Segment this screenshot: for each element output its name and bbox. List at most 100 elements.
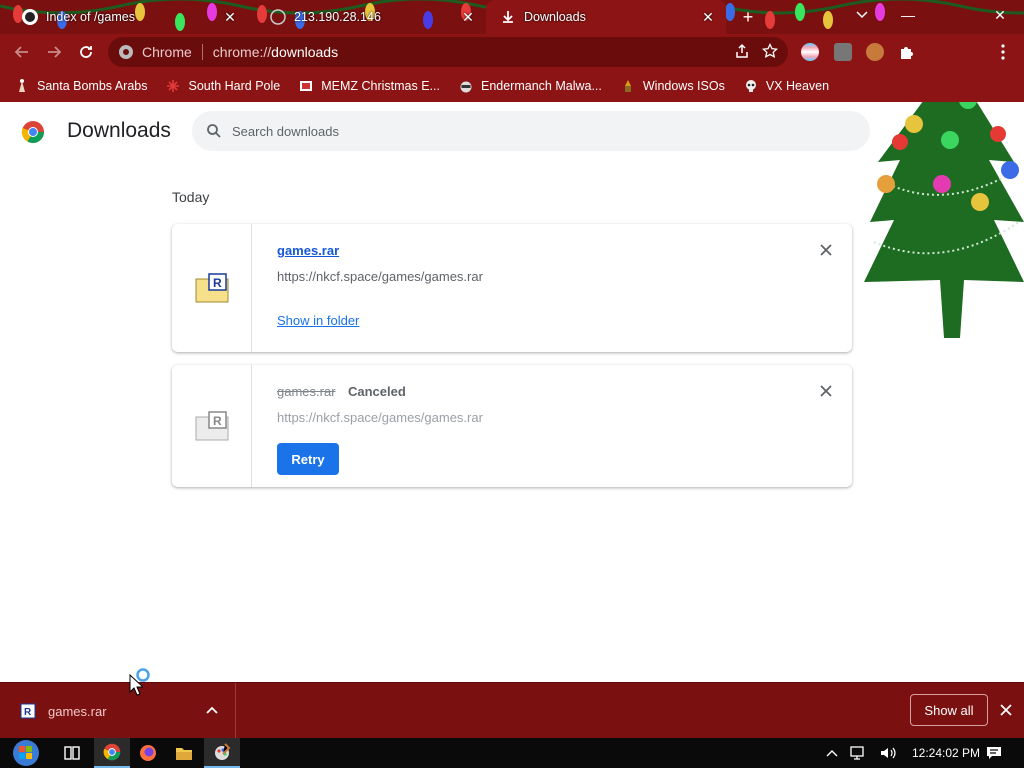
svg-text:R: R xyxy=(213,414,222,428)
svg-text:R: R xyxy=(213,276,222,290)
back-button[interactable] xyxy=(10,40,34,64)
download-item: R games.rar https://nkcf.space/games/gam… xyxy=(172,224,852,352)
show-all-button[interactable]: Show all xyxy=(910,694,988,726)
start-button[interactable] xyxy=(6,738,46,768)
github-icon xyxy=(22,9,38,25)
new-tab-button[interactable]: + xyxy=(738,7,758,27)
url-scheme: chrome:// xyxy=(212,44,272,60)
download-item-canceled: R games.rar Canceled https://nkcf.space/… xyxy=(172,365,852,487)
taskbar-file-explorer[interactable] xyxy=(166,738,202,768)
extension-s-icon[interactable] xyxy=(834,43,852,61)
page-title: Downloads xyxy=(67,119,171,142)
notification-icon xyxy=(987,747,1001,759)
file-icon-column: R xyxy=(172,224,252,352)
address-bar[interactable]: Chrome chrome://downloads xyxy=(108,37,788,67)
minimize-button[interactable]: — xyxy=(888,0,928,30)
search-downloads-box[interactable] xyxy=(192,111,870,151)
download-source-url: https://nkcf.space/games/games.rar xyxy=(277,269,483,284)
close-window-button[interactable]: ✕ xyxy=(980,0,1020,30)
extension-trans-flag-icon[interactable] xyxy=(801,43,819,61)
bookmark-windows-isos[interactable]: Windows ISOs xyxy=(620,78,725,94)
tab-strip: Index of /games ✕ 213.190.28.146 ✕ Downl… xyxy=(0,0,1024,34)
chrome-chip-label: Chrome xyxy=(142,44,192,60)
taskbar-clock[interactable]: 12:24:02 PM xyxy=(912,746,980,760)
bookmark-south-hard-pole[interactable]: South Hard Pole xyxy=(165,78,280,94)
download-filename-link[interactable]: games.rar xyxy=(277,243,339,258)
bookmark-label: Windows ISOs xyxy=(642,79,725,93)
forward-arrow-icon xyxy=(48,46,62,58)
show-hidden-icons-chevron-icon[interactable] xyxy=(826,749,838,757)
gnome-icon xyxy=(620,78,636,94)
chevron-up-icon[interactable] xyxy=(204,703,220,719)
downloads-page: Downloads Today xyxy=(0,102,1024,682)
bookmark-vx-heaven[interactable]: VX Heaven xyxy=(743,78,829,94)
screen: Index of /games ✕ 213.190.28.146 ✕ Downl… xyxy=(0,0,1024,768)
christmas-tree-decoration xyxy=(864,102,1024,338)
chrome-menu-icon[interactable] xyxy=(994,43,1012,61)
download-source-url: https://nkcf.space/games/games.rar xyxy=(277,410,483,425)
omnibox-actions xyxy=(734,43,778,59)
action-center-button[interactable] xyxy=(976,738,1012,768)
system-tray: 12:24:02 PM xyxy=(826,738,980,768)
extensions-puzzle-icon[interactable] xyxy=(898,43,916,61)
bookmark-endermanch-malware[interactable]: Endermanch Malwa... xyxy=(458,78,602,94)
search-input[interactable] xyxy=(232,123,832,139)
close-tab-icon[interactable]: ✕ xyxy=(458,9,478,26)
bookmark-star-icon[interactable] xyxy=(762,43,778,59)
search-icon xyxy=(207,124,221,138)
tab-downloads[interactable]: Downloads ✕ xyxy=(486,0,726,34)
rar-archive-icon: R xyxy=(195,273,228,303)
task-view-icon xyxy=(64,746,80,760)
bookmark-label: VX Heaven xyxy=(765,79,830,93)
windows-taskbar: 12:24:02 PM xyxy=(0,738,1024,768)
omnibox-separator xyxy=(201,44,203,60)
svg-text:R: R xyxy=(24,707,32,718)
folder-icon xyxy=(176,748,192,760)
close-shelf-icon[interactable] xyxy=(998,702,1014,718)
chrome-chip[interactable]: Chrome xyxy=(118,44,192,60)
bookmark-label: Endermanch Malwa... xyxy=(480,79,602,93)
shelf-download-item[interactable]: R games.rar xyxy=(0,683,236,739)
extension-avatar-icon[interactable] xyxy=(866,43,884,61)
firefox-icon xyxy=(140,745,156,761)
taskbar-paint[interactable] xyxy=(204,738,240,768)
volume-icon[interactable] xyxy=(880,746,896,760)
remove-download-icon[interactable] xyxy=(818,242,834,258)
shelf-filename: games.rar xyxy=(48,703,107,719)
tab-title: Downloads xyxy=(524,10,586,24)
bookmark-santa-bombs-arabs[interactable]: Santa Bombs Arabs xyxy=(14,78,147,94)
section-label-today: Today xyxy=(172,189,210,205)
chrome-icon xyxy=(103,743,121,761)
bookmarks-bar: Santa Bombs Arabs South Hard Pole MEMZ C… xyxy=(0,70,1024,102)
memz-icon xyxy=(298,78,314,94)
tab-search-chevron-icon[interactable] xyxy=(842,0,882,30)
download-filename: games.rar xyxy=(277,384,336,399)
bookmark-label: MEMZ Christmas E... xyxy=(321,79,440,93)
tab-title: 213.190.28.146 xyxy=(294,10,381,24)
task-view-button[interactable] xyxy=(54,738,90,768)
globe-icon xyxy=(270,9,286,25)
retry-button[interactable]: Retry xyxy=(277,443,339,475)
raccoon-icon xyxy=(458,78,474,94)
forward-button[interactable] xyxy=(42,40,66,64)
show-in-folder-link[interactable]: Show in folder xyxy=(277,313,359,328)
chrome-icon xyxy=(119,45,133,59)
download-shelf: R games.rar Show all xyxy=(0,682,1024,739)
reload-button[interactable] xyxy=(74,40,98,64)
remove-download-icon[interactable] xyxy=(818,383,834,399)
rar-archive-icon-grey: R xyxy=(195,411,228,441)
tab-ip-address[interactable]: 213.190.28.146 ✕ xyxy=(248,0,486,34)
mouse-cursor-icon xyxy=(129,674,143,696)
close-tab-icon[interactable]: ✕ xyxy=(698,9,718,26)
rar-file-icon: R xyxy=(20,703,36,719)
network-icon[interactable] xyxy=(850,746,868,760)
snowflake-icon xyxy=(165,78,181,94)
taskbar-chrome[interactable] xyxy=(94,738,130,768)
share-icon[interactable] xyxy=(734,43,750,59)
close-tab-icon[interactable]: ✕ xyxy=(220,9,240,26)
taskbar-firefox[interactable] xyxy=(130,738,166,768)
skull-icon xyxy=(743,78,759,94)
tab-index-of-games[interactable]: Index of /games ✕ xyxy=(0,0,248,34)
chrome-logo-icon xyxy=(21,121,44,143)
bookmark-memz-christmas[interactable]: MEMZ Christmas E... xyxy=(298,78,440,94)
